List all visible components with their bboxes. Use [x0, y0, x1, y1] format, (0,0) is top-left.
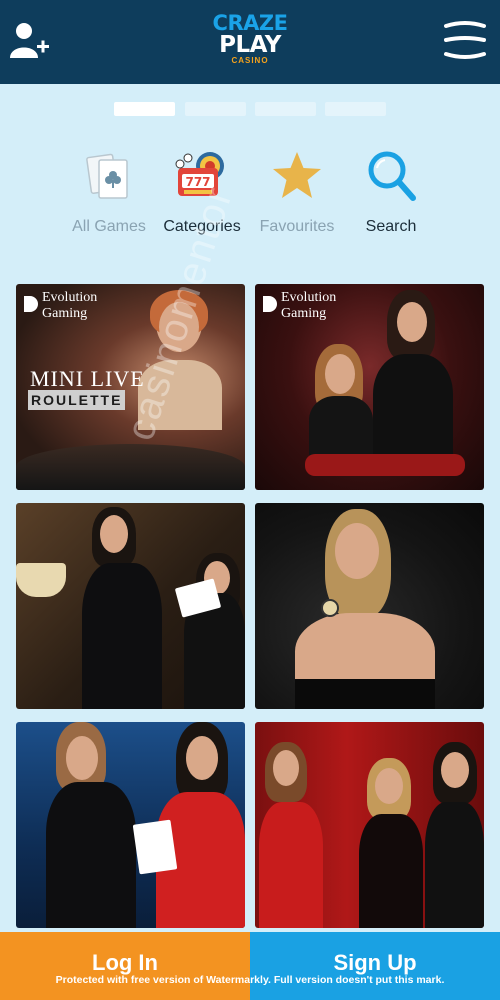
- dealer-body: [359, 814, 423, 928]
- game-tile[interactable]: [16, 722, 245, 928]
- carousel-dot-2[interactable]: [185, 102, 246, 116]
- category-tabs: All Games 777 Categories Favourites Sear…: [0, 140, 500, 250]
- brand-logo[interactable]: CRAZE PLAY CASINO: [212, 12, 288, 72]
- roulette-wheel: [16, 444, 245, 490]
- evolution-logo-mark: [24, 296, 38, 312]
- provider-name-line2: Gaming: [281, 306, 327, 321]
- dealer-face: [335, 523, 379, 579]
- dealer-face: [186, 736, 218, 780]
- menu-button[interactable]: [442, 18, 488, 64]
- lamp: [16, 563, 66, 597]
- app-header: CRAZE PLAY CASINO: [0, 0, 500, 84]
- carousel-dot-4[interactable]: [325, 102, 386, 116]
- dealer-body: [46, 782, 136, 928]
- provider-name-line1: Evolution: [42, 290, 98, 305]
- game-tile[interactable]: Evolution Gaming: [255, 284, 484, 490]
- dealer-face: [397, 302, 427, 342]
- game-title-line2: ROULETTE: [28, 390, 126, 410]
- provider-logo: Evolution Gaming: [261, 290, 336, 326]
- dealer-body: [259, 802, 323, 928]
- add-user-icon: [10, 23, 49, 58]
- dealer-body: [425, 802, 484, 928]
- dealer-face: [441, 752, 469, 788]
- signup-button[interactable]: Sign Up: [250, 932, 500, 1000]
- provider-name-line2: Gaming: [42, 306, 88, 321]
- game-tile[interactable]: Evolution Gaming MINI LIVE ROULETTE: [16, 284, 245, 490]
- dealer-face: [66, 736, 98, 780]
- tab-search-label: Search: [365, 218, 417, 235]
- carousel-dot-1[interactable]: [114, 102, 175, 116]
- provider-logo: Evolution Gaming: [22, 290, 97, 326]
- game-title-line1: MINI LIVE: [30, 366, 145, 391]
- casino-chip: [321, 599, 339, 617]
- dealer-dress: [295, 679, 435, 709]
- game-tile[interactable]: [16, 503, 245, 709]
- logo-line2: PLAY: [219, 32, 281, 58]
- cards-icon: [86, 153, 128, 199]
- dealer-face: [325, 354, 355, 394]
- dealer-face: [375, 768, 403, 804]
- login-button[interactable]: Log In: [0, 932, 250, 1000]
- dealer-face: [100, 515, 128, 553]
- logo-line1: CRAZE: [212, 11, 288, 35]
- dealer-face: [273, 750, 299, 786]
- game-tile[interactable]: [255, 722, 484, 928]
- dealer-body: [309, 396, 373, 456]
- dealer-body: [82, 563, 162, 709]
- game-tile[interactable]: [255, 503, 484, 709]
- playing-cards: [132, 819, 178, 875]
- tab-search[interactable]: Search: [336, 140, 446, 250]
- add-user-button[interactable]: [8, 18, 52, 62]
- carousel-dot-3[interactable]: [255, 102, 316, 116]
- watermark-text: Protected with free version of Watermark…: [55, 974, 445, 986]
- star-icon: [273, 152, 321, 198]
- hamburger-menu-icon: [444, 21, 486, 59]
- dealer-body: [373, 354, 453, 454]
- evolution-logo-mark: [263, 296, 277, 312]
- carousel-indicators: [114, 102, 388, 118]
- search-icon: [368, 151, 416, 201]
- table-roses: [305, 454, 465, 476]
- provider-name-line1: Evolution: [281, 290, 337, 305]
